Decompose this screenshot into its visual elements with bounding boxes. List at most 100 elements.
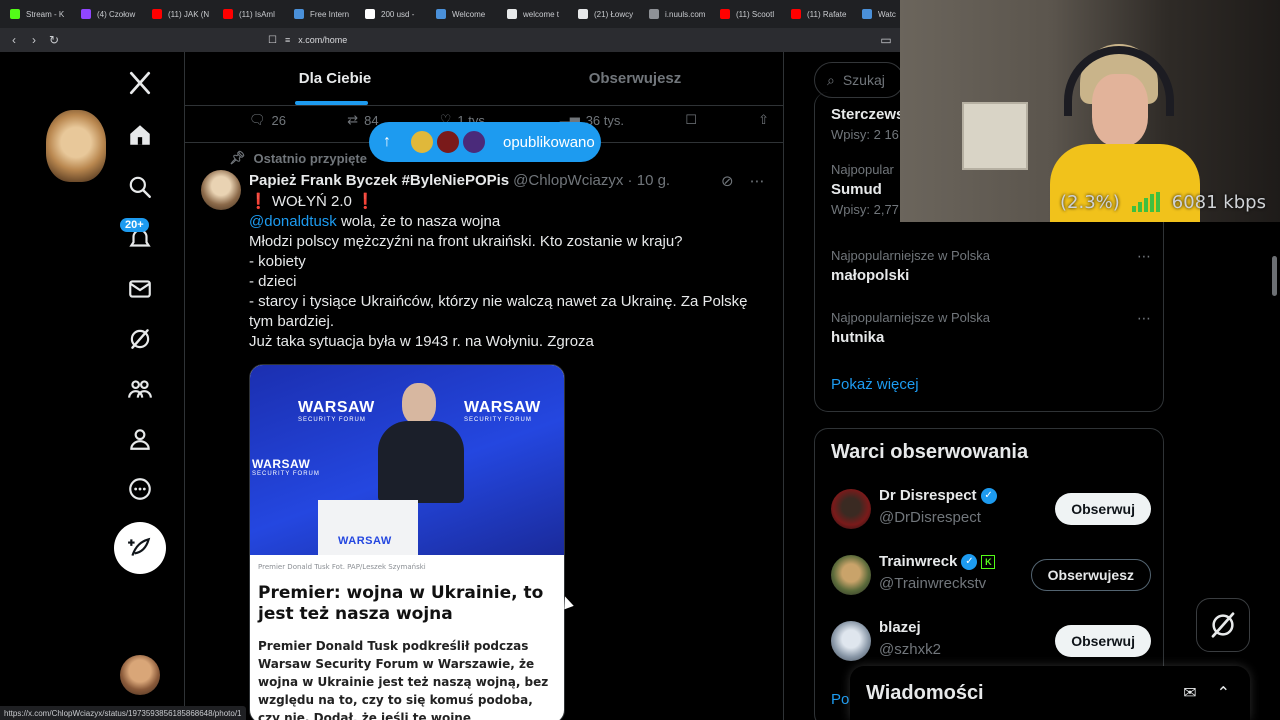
tab-favicon-icon (294, 9, 304, 19)
tweet-author-name[interactable]: Papież Frank Byczek #ByleNiePOPis (249, 172, 509, 189)
url-field[interactable]: ☐ ≡ x.com/home (268, 31, 888, 49)
follow-button[interactable]: Obserwuj (1055, 493, 1151, 525)
bookmark-icon: ☐ (685, 112, 697, 127)
card-photo: WARSAW SECURITY FORUM WARSAW SECURITY FORU… (250, 365, 564, 555)
back-icon[interactable]: ‹ (4, 30, 24, 50)
bookmark-page-icon[interactable]: ☐ (268, 35, 277, 46)
tweet-line: @donaldtusk wola, że to nasza wojna (249, 212, 769, 232)
follow-handle: @DrDisrespect (879, 509, 981, 526)
trend-item[interactable]: Najpopularniejsze w Polska małopolski ⋯ (831, 248, 1151, 284)
grok-icon (1211, 612, 1235, 638)
reply-icon: 🗨︎ (249, 112, 266, 127)
tweet-line: Młodzi polscy mężczyźni na front ukraińs… (249, 233, 683, 250)
cast-icon[interactable]: ▭ (876, 30, 896, 50)
trend-item[interactable]: Najpopularniejsze w Polska hutnika ⋯ (831, 310, 1151, 346)
tab-for-you[interactable]: Dla Ciebie (185, 52, 485, 105)
browser-tab[interactable]: welcome t (501, 0, 572, 28)
browser-tab[interactable]: (21) Łowcy (572, 0, 643, 28)
tab-favicon-icon (791, 9, 801, 19)
follow-handle: @szhxk2 (879, 641, 941, 658)
forward-icon[interactable]: › (24, 30, 44, 50)
grok-icon[interactable]: ⊘ (721, 172, 734, 190)
avatar (435, 129, 461, 155)
more-options-icon[interactable] (115, 464, 165, 514)
home-icon[interactable] (115, 110, 165, 160)
compose-post-button[interactable] (114, 522, 166, 574)
browser-tab[interactable]: Stream - K (4, 0, 75, 28)
notifications-badge: 20+ (120, 218, 149, 232)
feather-plus-icon (128, 537, 151, 556)
messages-drawer[interactable]: Wiadomości ✉︎ ⌃ (850, 666, 1250, 720)
tweet-author-avatar[interactable] (201, 170, 241, 210)
tweet-media-card[interactable]: WARSAW SECURITY FORUM WARSAW SECURITY FORU… (249, 364, 565, 720)
tab-favicon-icon (223, 9, 233, 19)
avatar[interactable] (831, 489, 871, 529)
following-button[interactable]: Obserwujesz (1030, 559, 1151, 591)
search-icon[interactable] (115, 162, 165, 212)
follow-suggestion[interactable]: blazej @szhxk2 Obserwuj (831, 617, 1151, 667)
trend-name: hutnika (831, 329, 885, 346)
grok-floating-button[interactable] (1196, 598, 1250, 652)
reload-icon[interactable]: ↻ (44, 30, 64, 50)
arrow-up-icon: ↑ (383, 133, 391, 150)
browser-tab[interactable]: (11) Scootl (714, 0, 785, 28)
tweet-tools: ⊘ ⋯ (721, 172, 765, 190)
tab-favicon-icon (436, 9, 446, 19)
tab-favicon-icon (365, 9, 375, 19)
account-avatar[interactable] (120, 655, 160, 695)
show-more-follow-link[interactable]: Po (831, 691, 849, 708)
mention-link[interactable]: @donaldtusk (249, 213, 337, 230)
site-info-icon[interactable]: ≡ (285, 35, 290, 45)
timeline-tabs: Dla Ciebie Obserwujesz (185, 52, 783, 106)
browser-tab[interactable]: 200 usd - (359, 0, 430, 28)
tab-favicon-icon (507, 9, 517, 19)
reply-button[interactable]: 🗨︎ 26 (249, 112, 286, 128)
x-logo-icon[interactable] (115, 58, 165, 108)
tab-label: Stream - K (26, 9, 65, 19)
page-scrollbar[interactable] (1272, 256, 1277, 296)
browser-tab[interactable]: (11) IsAml (217, 0, 288, 28)
share-button[interactable]: ⇧ (758, 112, 769, 128)
repost-button[interactable]: ⇄ 84 (347, 112, 378, 128)
follow-suggestion[interactable]: Dr Disrespect ✓ @DrDisrespect Obserwuj (831, 485, 1151, 535)
more-icon[interactable]: ⋯ (750, 172, 765, 190)
tab-label: (11) IsAml (239, 9, 275, 19)
cpu-usage: (2.3%) (1060, 191, 1120, 213)
follow-name: Trainwreck ✓ K (879, 553, 996, 570)
trend-category: Najpopularniejsze w Polska (831, 248, 990, 263)
tab-following[interactable]: Obserwujesz (485, 52, 783, 105)
browser-tab[interactable]: Free Intern (288, 0, 359, 28)
expand-drawer-icon[interactable]: ⌃ (1217, 683, 1230, 703)
bookmark-button[interactable]: ☐ (685, 112, 697, 128)
more-icon[interactable]: ⋯ (1137, 310, 1151, 327)
follow-name: blazej (879, 619, 921, 636)
tab-label: (11) Scootl (736, 9, 775, 19)
profile-icon[interactable] (115, 414, 165, 464)
pinned-label: 📌︎ Ostatnio przypięte (229, 150, 367, 166)
new-message-icon[interactable]: ✉︎ (1183, 683, 1196, 703)
browser-tab[interactable]: i.nuuls.com (643, 0, 714, 28)
tweet-handle-time[interactable]: @ChlopWciazyx · 10 g. (513, 172, 670, 189)
follow-button[interactable]: Obserwuj (1055, 625, 1151, 657)
banner-text: WARSAW SECURITY FORUM (298, 399, 375, 423)
browser-tab[interactable]: (11) Rafate (785, 0, 856, 28)
browser-tab[interactable]: (11) JAK (N (146, 0, 217, 28)
browser-tab[interactable]: (4) Czołow (75, 0, 146, 28)
pin-icon: 📌︎ (229, 150, 246, 165)
communities-icon[interactable] (115, 364, 165, 414)
show-more-link[interactable]: Pokaż więcej (831, 376, 919, 393)
tab-favicon-icon (720, 9, 730, 19)
follow-suggestion[interactable]: Trainwreck ✓ K @Trainwreckstv Obserwujesz (831, 551, 1151, 601)
avatar[interactable] (831, 555, 871, 595)
tab-label: (11) JAK (N (168, 9, 210, 19)
browser-tab[interactable]: Welcome (430, 0, 501, 28)
messages-icon[interactable] (115, 264, 165, 314)
tab-favicon-icon (81, 9, 91, 19)
new-posts-pill[interactable]: ↑ opublikowano (369, 122, 601, 162)
tab-label: Free Intern (310, 9, 350, 19)
more-icon[interactable]: ⋯ (1137, 248, 1151, 265)
grok-icon[interactable] (115, 314, 165, 364)
messages-title: Wiadomości (866, 681, 984, 704)
avatar (461, 129, 487, 155)
avatar[interactable] (831, 621, 871, 661)
